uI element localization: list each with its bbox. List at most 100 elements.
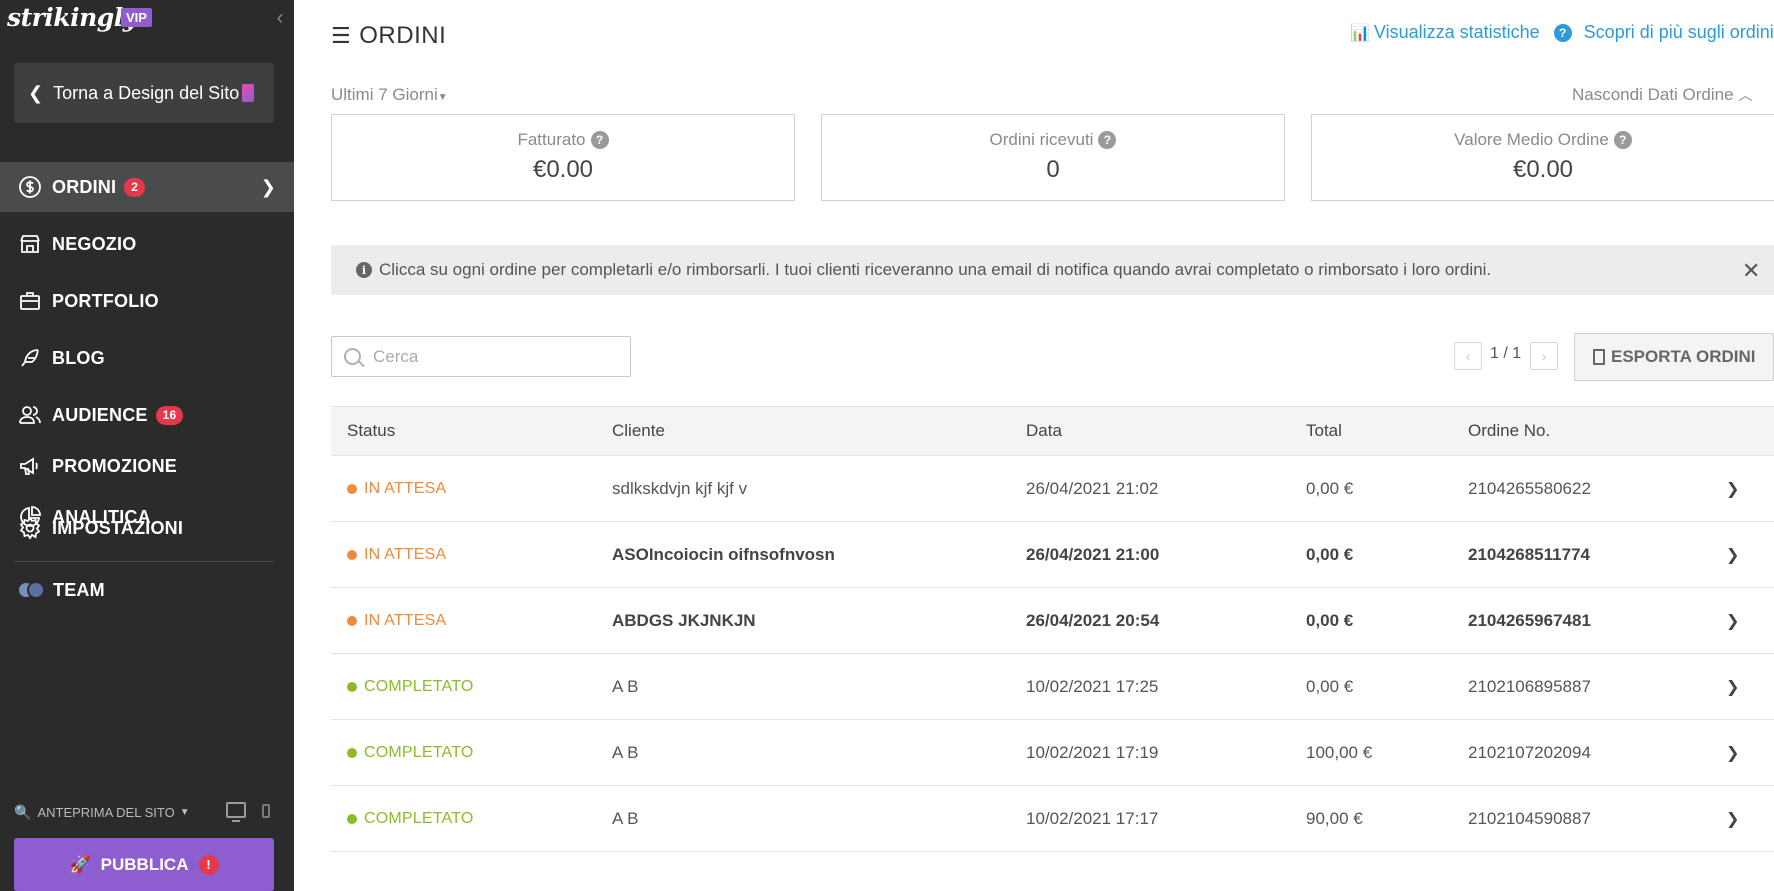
- avatar: [27, 581, 45, 599]
- chevron-right-icon[interactable]: ❯: [1726, 743, 1739, 763]
- orders-count-badge: 2: [124, 177, 146, 197]
- caret-down-icon: ▼: [437, 92, 448, 103]
- bar-chart-icon: 📊: [1350, 24, 1370, 42]
- column-header-status[interactable]: Status: [347, 421, 395, 441]
- chevron-right-icon[interactable]: ❯: [1726, 677, 1739, 697]
- list-icon: ☰: [331, 23, 352, 48]
- sidebar: strikingly VIP ‹ ❮ Torna a Design del Si…: [0, 0, 294, 891]
- help-circle-icon[interactable]: ?: [1098, 131, 1117, 149]
- collapse-sidebar-icon[interactable]: ‹: [272, 6, 288, 30]
- learn-more-orders-link[interactable]: Scopri di più sugli ordini: [1584, 22, 1774, 43]
- orders-table: Status Cliente Data Total Ordine No. IN …: [331, 406, 1774, 852]
- gear-icon: [17, 515, 43, 541]
- column-header-total[interactable]: Total: [1306, 421, 1342, 441]
- chevron-right-icon: ❯: [260, 176, 276, 197]
- order-number: 2104268511774: [1468, 544, 1590, 564]
- back-to-design-button[interactable]: ❮ Torna a Design del Sito: [14, 63, 274, 123]
- order-total: 90,00 €: [1306, 808, 1363, 828]
- search-icon: [344, 348, 361, 365]
- status-dot: [347, 549, 357, 560]
- header-links: 📊 Visualizza statistiche ? Scopri di più…: [1350, 22, 1774, 43]
- chevron-left-icon: ❮: [28, 82, 44, 103]
- table-row[interactable]: IN ATTESA ABDGS JKJNKJN 26/04/2021 20:54…: [331, 588, 1774, 654]
- status-label: COMPLETATO: [364, 743, 474, 761]
- stat-card-orders-received: Ordini ricevuti? 0: [821, 114, 1285, 201]
- table-row[interactable]: IN ATTESA sdlkskdvjn kjf kjf v 26/04/202…: [331, 456, 1774, 522]
- document-icon: [1593, 349, 1605, 365]
- sidebar-item-label: ORDINI: [52, 176, 117, 197]
- search-input[interactable]: [373, 346, 613, 367]
- dollar-circle-icon: [17, 174, 43, 200]
- table-row[interactable]: COMPLETATO A B 10/02/2021 17:19 100,00 €…: [331, 720, 1774, 786]
- info-banner-text: Clicca su ogni ordine per completarli e/…: [379, 260, 1492, 279]
- publish-button[interactable]: 🚀 PUBBLICA !: [14, 838, 274, 891]
- order-date: 10/02/2021 17:25: [1026, 676, 1159, 696]
- vip-badge: VIP: [121, 8, 152, 27]
- back-to-design-label: Torna a Design del Sito: [53, 82, 240, 103]
- status-label: IN ATTESA: [364, 545, 447, 563]
- export-orders-button[interactable]: ESPORTA ORDINI: [1574, 333, 1774, 381]
- help-circle-icon[interactable]: ?: [590, 131, 609, 149]
- order-date: 26/04/2021 21:00: [1026, 544, 1160, 564]
- sidebar-item-portfolio[interactable]: PORTFOLIO: [0, 276, 294, 326]
- stat-value: €0.00: [532, 156, 594, 183]
- chevron-right-icon[interactable]: ❯: [1726, 545, 1739, 565]
- column-header-order-number[interactable]: Ordine No.: [1468, 421, 1550, 441]
- hide-order-data-label: Nascondi Dati Ordine: [1572, 85, 1734, 104]
- chevron-right-icon[interactable]: ❯: [1726, 809, 1739, 829]
- help-circle-icon[interactable]: ?: [1613, 131, 1632, 149]
- view-stats-link[interactable]: Visualizza statistiche: [1374, 22, 1540, 43]
- main-content: ☰ ORDINI 📊 Visualizza statistiche ? Scop…: [294, 0, 1774, 891]
- order-total: 0,00 €: [1306, 544, 1354, 564]
- status-badge: COMPLETATO: [347, 810, 474, 828]
- sidebar-item-negozio[interactable]: NEGOZIO: [0, 219, 294, 269]
- desktop-view-icon[interactable]: [226, 802, 246, 822]
- sidebar-item-blog[interactable]: BLOG: [0, 333, 294, 383]
- export-orders-label: ESPORTA ORDINI: [1611, 347, 1756, 366]
- table-row[interactable]: COMPLETATO A B 10/02/2021 17:25 0,00 € 2…: [331, 654, 1774, 720]
- megaphone-icon: [17, 453, 43, 479]
- strikingly-logo[interactable]: strikingly: [7, 3, 137, 32]
- search-icon: 🔍: [14, 803, 32, 820]
- audience-count-badge: 16: [155, 405, 184, 425]
- sidebar-item-team[interactable]: TEAM: [0, 565, 294, 615]
- table-header: Status Cliente Data Total Ordine No.: [331, 406, 1774, 456]
- order-total: 0,00 €: [1306, 676, 1354, 696]
- status-badge: COMPLETATO: [347, 678, 474, 696]
- status-dot: [347, 813, 357, 824]
- customer-name: A B: [612, 808, 639, 828]
- order-number: 2104265580622: [1468, 478, 1591, 498]
- table-row[interactable]: COMPLETATO A B 10/02/2021 17:17 90,00 € …: [331, 786, 1774, 852]
- sidebar-item-promozione[interactable]: PROMOZIONE: [0, 441, 294, 491]
- sidebar-item-label: TEAM: [53, 579, 105, 600]
- stat-label: Valore Medio Ordine: [1454, 130, 1609, 149]
- chevron-right-icon[interactable]: ❯: [1726, 611, 1739, 631]
- customer-name: sdlkskdvjn kjf kjf v: [612, 478, 748, 498]
- status-label: COMPLETATO: [364, 809, 474, 827]
- search-field[interactable]: [331, 336, 631, 377]
- table-row[interactable]: IN ATTESA ASOIncoiocin oifnsofnvosn 26/0…: [331, 522, 1774, 588]
- briefcase-icon: [17, 288, 43, 314]
- publish-label: PUBBLICA: [100, 854, 189, 874]
- customer-name: A B: [612, 742, 639, 762]
- column-header-cliente[interactable]: Cliente: [612, 421, 665, 441]
- mobile-view-icon[interactable]: [262, 804, 270, 818]
- close-icon[interactable]: ✕: [1742, 258, 1760, 284]
- caret-down-icon: ▼: [179, 806, 190, 818]
- pagination-label: 1 / 1: [1490, 345, 1522, 362]
- sidebar-item-audience[interactable]: AUDIENCE 16: [0, 390, 294, 440]
- status-dot: [347, 483, 357, 494]
- sidebar-item-label: NEGOZIO: [52, 233, 137, 254]
- sidebar-item-ordini[interactable]: ORDINI 2 ❯: [0, 162, 294, 212]
- next-page-button[interactable]: ›: [1530, 342, 1558, 370]
- sidebar-item-label: PROMOZIONE: [52, 455, 178, 476]
- column-header-data[interactable]: Data: [1026, 421, 1062, 441]
- previous-page-button[interactable]: ‹: [1454, 342, 1482, 370]
- chevron-right-icon[interactable]: ❯: [1726, 479, 1739, 499]
- order-total: 0,00 €: [1306, 610, 1354, 630]
- hide-order-data-toggle[interactable]: Nascondi Dati Ordine ︿: [1572, 85, 1752, 105]
- feather-icon: [17, 345, 43, 371]
- sidebar-item-impostazioni[interactable]: IMPOSTAZIONI: [0, 503, 294, 553]
- date-range-dropdown[interactable]: Ultimi 7 Giorni▼: [331, 85, 448, 105]
- users-icon: [17, 402, 43, 428]
